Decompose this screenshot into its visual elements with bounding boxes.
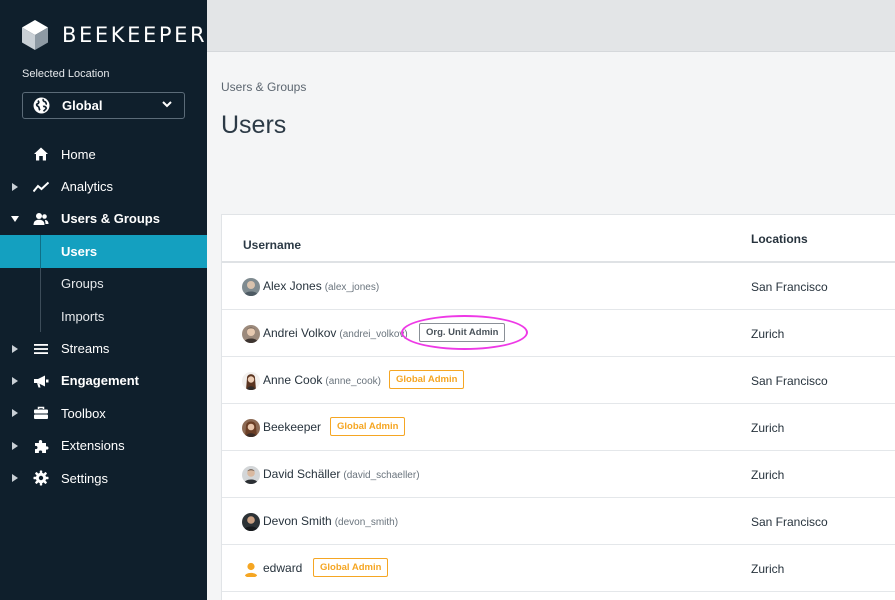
nav-label-users-groups: Users & Groups — [61, 211, 160, 227]
beekeeper-logo-icon — [22, 20, 48, 50]
nav-item-settings[interactable]: Settings — [0, 462, 207, 494]
location-select[interactable]: Global — [22, 92, 185, 119]
caret-right-icon — [12, 182, 18, 191]
caret-right-icon — [12, 376, 18, 385]
nav-label-engagement: Engagement — [61, 373, 140, 389]
puzzle-icon — [35, 439, 49, 453]
avatar — [242, 372, 260, 390]
users-icon — [33, 212, 49, 225]
user-handle: (andrei_volkov) — [339, 329, 408, 340]
sidebar: BEEKEEPER Selected Location Global Home … — [0, 0, 207, 600]
toolbox-icon — [34, 407, 48, 420]
table-row[interactable]: edward Global Admin Zurich — [222, 545, 895, 592]
nav-item-users-groups[interactable]: Users & Groups — [0, 203, 207, 235]
table-row[interactable]: Alex Jones (alex_jones) San Francisco — [222, 263, 895, 310]
global-admin-badge: Global Admin — [389, 370, 465, 389]
org-unit-admin-badge: Org. Unit Admin — [419, 323, 506, 342]
table-row[interactable]: David Schäller (david_schaeller) Zurich — [222, 451, 895, 498]
top-bar — [207, 0, 895, 52]
home-icon — [34, 147, 48, 161]
default-avatar-icon — [242, 560, 260, 578]
nav-label-groups: Groups — [61, 276, 104, 292]
nav-item-extensions[interactable]: Extensions — [0, 430, 207, 462]
caret-right-icon — [12, 344, 18, 353]
global-admin-badge: Global Admin — [330, 417, 406, 436]
nav-item-analytics[interactable]: Analytics — [0, 170, 207, 202]
user-location: Zurich — [751, 562, 785, 576]
nav-item-home[interactable]: Home — [0, 138, 207, 170]
brand[interactable]: BEEKEEPER — [22, 20, 207, 50]
nav-label-streams: Streams — [61, 341, 110, 357]
gear-icon — [33, 470, 49, 486]
avatar — [242, 278, 260, 296]
nav-label-extensions: Extensions — [61, 438, 125, 454]
table-row[interactable]: Andrei Volkov (andrei_volkov) Org. Unit A… — [222, 310, 895, 357]
avatar — [242, 466, 260, 484]
streams-icon — [34, 343, 48, 354]
nav-item-streams[interactable]: Streams — [0, 332, 207, 364]
analytics-icon — [33, 181, 49, 192]
nav-label-home: Home — [61, 146, 96, 162]
caret-right-icon — [12, 409, 18, 418]
user-name: Devon Smith (devon_smith) — [263, 514, 399, 528]
column-header-locations[interactable]: Locations — [751, 232, 808, 246]
megaphone-icon — [34, 375, 49, 388]
users-table: Username Locations Alex Jones (alex_jones… — [221, 214, 895, 600]
nav-item-toolbox[interactable]: Toolbox — [0, 397, 207, 429]
avatar — [242, 419, 260, 437]
table-row[interactable]: Anne Cook (anne_cook) Global Admin San Fr… — [222, 357, 895, 404]
user-location: Zurich — [751, 468, 785, 482]
nav-label-settings: Settings — [61, 470, 108, 486]
nav-label-imports: Imports — [61, 308, 105, 324]
nav-tree-line — [40, 267, 41, 300]
table-row[interactable]: Devon Smith (devon_smith) San Francisco — [222, 498, 895, 545]
globe-icon — [33, 97, 50, 114]
avatar — [242, 325, 260, 343]
user-location: San Francisco — [751, 515, 828, 529]
brand-name: BEEKEEPER — [62, 23, 208, 47]
nav-label-users: Users — [61, 243, 98, 259]
selected-location-label: Selected Location — [22, 68, 110, 80]
table-row[interactable]: Beekeeper Global Admin Zurich — [222, 404, 895, 451]
nav-label-toolbox: Toolbox — [61, 405, 106, 421]
nav-label-analytics: Analytics — [61, 179, 114, 195]
user-name: Beekeeper — [263, 420, 322, 434]
user-name: Anne Cook (anne_cook) — [263, 373, 381, 387]
caret-right-icon — [12, 474, 18, 483]
nav-sub-imports[interactable]: Imports — [0, 299, 207, 333]
nav-sub-users[interactable]: Users — [0, 235, 207, 268]
global-admin-badge: Global Admin — [313, 558, 389, 577]
user-name: edward — [263, 561, 303, 575]
avatar — [242, 513, 260, 531]
breadcrumb[interactable]: Users & Groups — [221, 80, 306, 94]
sidebar-nav: Home Analytics Users & Groups Users Grou… — [0, 138, 207, 494]
user-location: San Francisco — [751, 280, 828, 294]
location-value: Global — [62, 98, 103, 113]
user-handle: (david_schaeller) — [343, 470, 420, 481]
user-handle: (devon_smith) — [334, 517, 399, 528]
page-title: Users — [221, 111, 287, 139]
nav-tree-line — [40, 235, 41, 268]
user-name: Alex Jones (alex_jones) — [263, 279, 380, 293]
user-location: Zurich — [751, 421, 785, 435]
caret-right-icon — [12, 441, 18, 450]
user-name: David Schäller (david_schaeller) — [263, 467, 420, 481]
column-header-username[interactable]: Username — [243, 238, 301, 252]
table-header: Username Locations — [222, 215, 895, 263]
chevron-down-icon — [162, 101, 172, 108]
nav-sub-groups[interactable]: Groups — [0, 267, 207, 300]
user-name: Andrei Volkov (andrei_volkov) — [263, 326, 408, 340]
user-location: San Francisco — [751, 374, 828, 388]
user-handle: (alex_jones) — [324, 282, 380, 293]
user-handle: (anne_cook) — [325, 376, 381, 387]
nav-tree-line — [40, 299, 41, 333]
caret-down-icon — [11, 215, 19, 222]
user-location: Zurich — [751, 327, 785, 341]
nav-item-engagement[interactable]: Engagement — [0, 365, 207, 397]
